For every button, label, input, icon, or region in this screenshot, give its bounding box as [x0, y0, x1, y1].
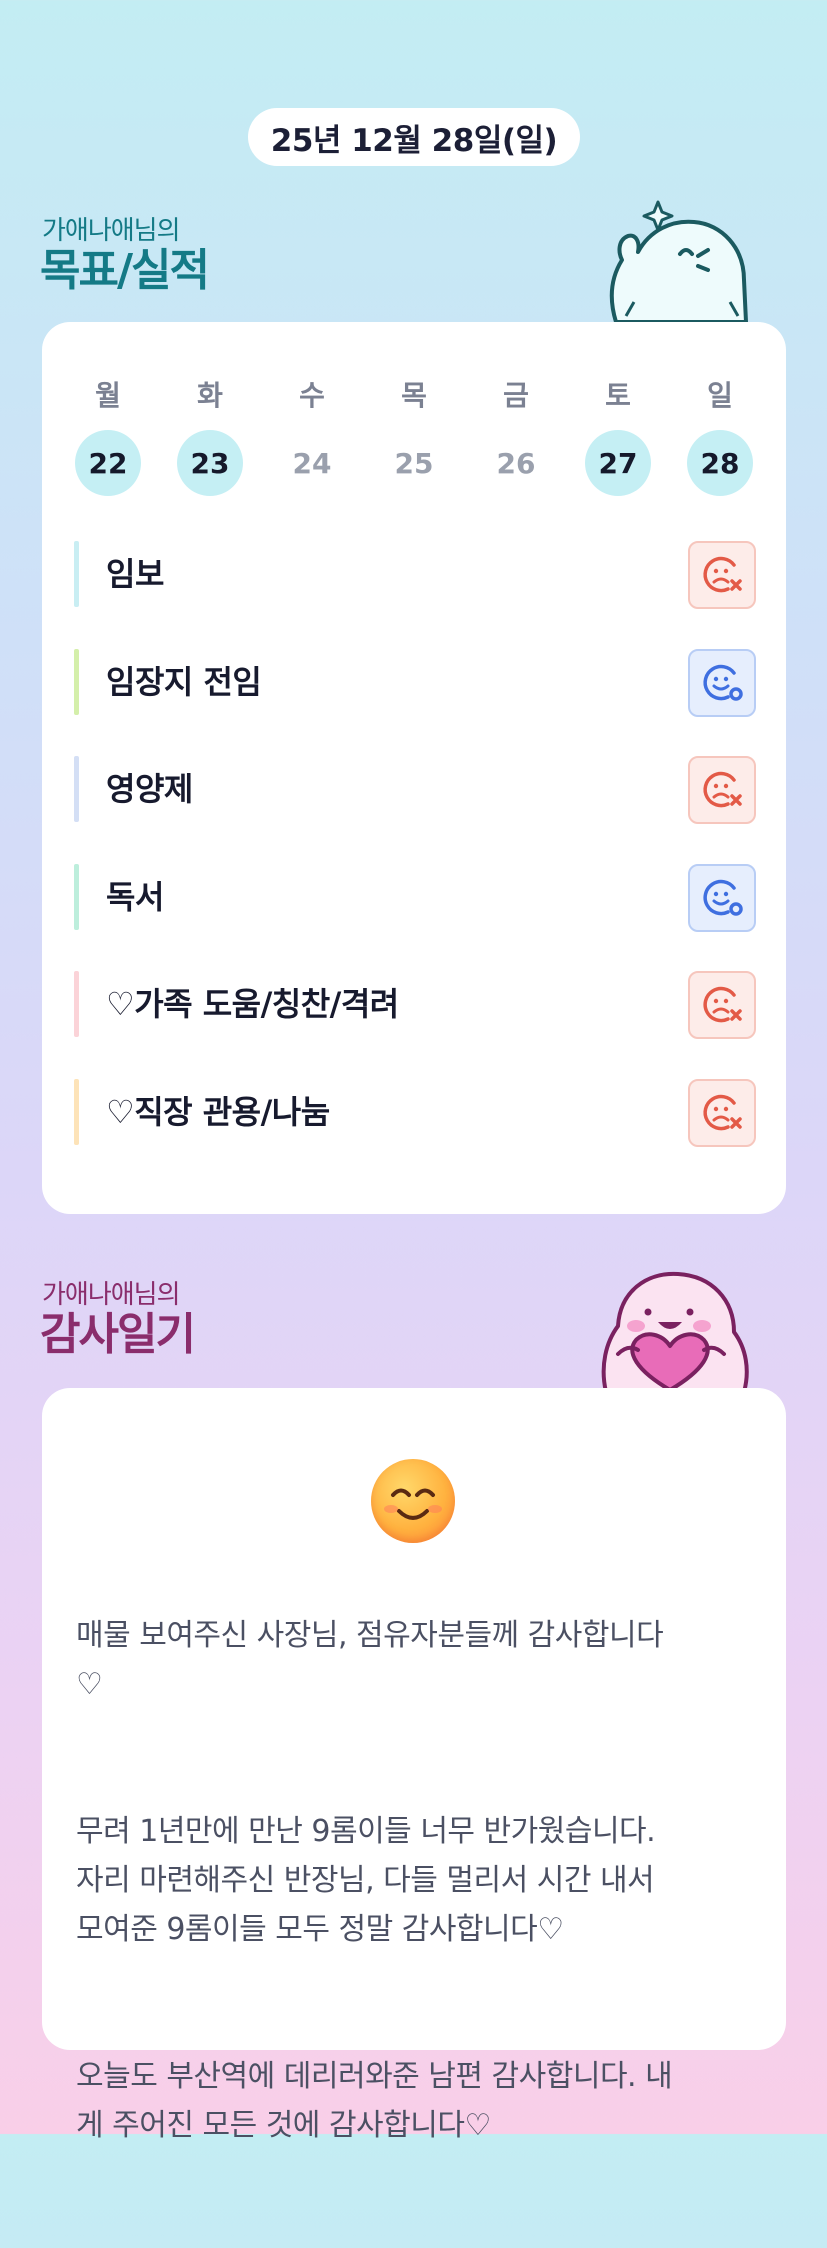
- weekday-label: 수: [299, 379, 325, 412]
- day-24[interactable]: 24: [279, 430, 345, 496]
- goal-row: 독서: [74, 864, 756, 932]
- happy-face-check-icon[interactable]: [688, 864, 756, 932]
- goal-row: 영양제: [74, 756, 756, 824]
- goal-row: 임보: [74, 541, 756, 609]
- goal-label: 임보: [106, 555, 164, 593]
- goal-row: 임장지 전임: [74, 649, 756, 717]
- goal-accent-bar: [74, 864, 79, 930]
- day-26[interactable]: 26: [483, 430, 549, 496]
- sad-face-x-icon[interactable]: [688, 541, 756, 609]
- goal-label: ♡가족 도움/칭찬/격려: [106, 985, 399, 1023]
- diary-paragraph: 무려 1년만에 만난 9롬이들 너무 반가웠습니다. 자리 마련해주신 반장님,…: [76, 1814, 656, 1947]
- goal-accent-bar: [74, 1079, 79, 1145]
- sad-face-x-icon[interactable]: [688, 756, 756, 824]
- goal-row: ♡가족 도움/칭찬/격려: [74, 971, 756, 1039]
- day-27[interactable]: 27: [585, 430, 651, 496]
- goals-section-title: 목표/실적: [40, 245, 210, 296]
- goal-accent-bar: [74, 541, 79, 607]
- goal-label: 독서: [106, 878, 164, 916]
- day-28[interactable]: 28: [687, 430, 753, 496]
- weekday-label: 월: [95, 379, 121, 412]
- goal-label: 임장지 전임: [106, 663, 262, 701]
- gratitude-diary-text: 매물 보여주신 사장님, 점유자분들께 감사합니다 ♡ 무려 1년만에 만난 9…: [76, 1562, 756, 2248]
- goal-row: ♡직장 관용/나눔: [74, 1079, 756, 1147]
- day-25[interactable]: 25: [381, 430, 447, 496]
- weekday-label: 일: [707, 379, 733, 412]
- goal-accent-bar: [74, 971, 79, 1037]
- day-22[interactable]: 22: [75, 430, 141, 496]
- diary-paragraph: 매물 보여주신 사장님, 점유자분들께 감사합니다 ♡: [76, 1618, 664, 1702]
- diary-paragraph: 오늘도 부산역에 데리러와준 남편 감사합니다. 내 게 주어진 모든 것에 감…: [76, 2059, 673, 2143]
- weekday-label: 금: [503, 379, 529, 412]
- weekday-label: 화: [197, 379, 223, 412]
- goal-accent-bar: [74, 756, 79, 822]
- weekday-label: 목: [401, 379, 427, 412]
- goal-label: 영양제: [106, 770, 193, 808]
- happy-face-check-icon[interactable]: [688, 649, 756, 717]
- sad-face-x-icon[interactable]: [688, 971, 756, 1039]
- date-header: 25년 12월 28일(일): [248, 108, 580, 166]
- gratitude-section-title: 감사일기: [40, 1309, 196, 1360]
- goal-accent-bar: [74, 649, 79, 715]
- goal-label: ♡직장 관용/나눔: [106, 1093, 330, 1131]
- weekday-label: 토: [605, 379, 631, 412]
- heart-hugging-ghost-illustration: [601, 1271, 749, 1392]
- waving-ghost-illustration: [609, 200, 748, 324]
- smiling-face-emoji: [371, 1459, 455, 1543]
- goals-card: 월 22 화 23 수 24 목 25 금 26 토 27 일 28 임보임장지 전임영양제독서 ♡가족 도…: [42, 322, 786, 1214]
- sad-face-x-icon[interactable]: [688, 1079, 756, 1147]
- day-23[interactable]: 23: [177, 430, 243, 496]
